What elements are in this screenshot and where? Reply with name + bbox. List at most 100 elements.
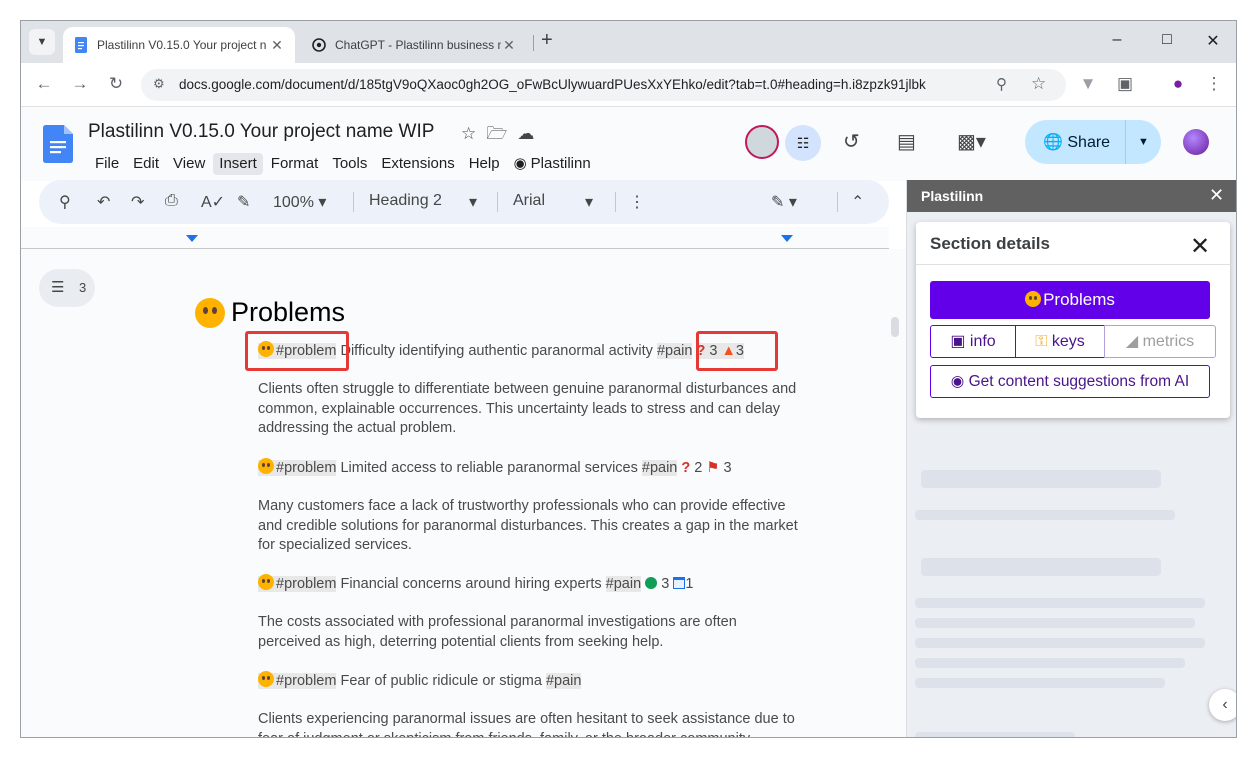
comment-icon[interactable]: ▤	[897, 129, 916, 154]
editing-mode-pencil-icon[interactable]: ✎ ▾	[771, 192, 797, 212]
outline-list-icon: ☰	[51, 279, 65, 296]
heading-text: Problems	[231, 297, 346, 327]
metrics-chip[interactable]: ? 2 ⚑ 3	[681, 460, 731, 476]
menu-file[interactable]: File	[89, 153, 125, 175]
metrics-chip[interactable]: 3 1	[645, 576, 693, 592]
hide-menus-chevron-icon[interactable]: ⌃	[851, 192, 864, 212]
problem-title: Difficulty identifying authentic paranor…	[336, 343, 657, 359]
browser-window: ▼ Plastilinn V0.15.0 Your project n ✕ Ch…	[20, 20, 1237, 738]
section-button-label: Problems	[1043, 290, 1115, 309]
collaborator-avatar[interactable]	[745, 125, 779, 159]
toolbar-divider	[615, 192, 616, 212]
scrollbar-thumb[interactable]	[891, 317, 899, 337]
print-icon[interactable]: ⎙	[165, 192, 178, 210]
ruler[interactable]	[21, 227, 889, 249]
search-menus-icon[interactable]: ⚲	[59, 192, 71, 212]
problem-tag[interactable]: #problem	[258, 458, 337, 476]
zoom-select[interactable]: 100% ▾	[273, 192, 326, 212]
problem-tag[interactable]: #problem	[258, 574, 337, 592]
back-arrow-icon[interactable]: ←	[33, 74, 55, 94]
problem-description[interactable]: The costs associated with professional p…	[258, 613, 798, 652]
pain-tag[interactable]: #pain	[545, 673, 582, 689]
menu-view[interactable]: View	[167, 153, 211, 175]
ai-suggestions-button[interactable]: ◉ Get content suggestions from AI	[930, 365, 1210, 398]
highlight-box-metrics	[696, 331, 778, 371]
tab-close-icon[interactable]: ✕	[269, 37, 285, 54]
account-avatar[interactable]	[1183, 129, 1209, 155]
problem-title: Fear of public ridicule or stigma	[336, 673, 546, 689]
pain-tag[interactable]: #pain	[641, 460, 678, 476]
document-title[interactable]: Plastilinn V0.15.0 Your project name WIP	[88, 121, 434, 143]
meet-camera-icon[interactable]: ▩▾	[957, 129, 986, 154]
tab-docs[interactable]: Plastilinn V0.15.0 Your project n ✕	[63, 27, 295, 63]
menu-bar: File Edit View Insert Format Tools Exten…	[89, 153, 601, 175]
tab-chatgpt[interactable]: ChatGPT - Plastilinn business m ✕	[301, 27, 527, 63]
menu-extensions[interactable]: Extensions	[375, 153, 460, 175]
extension-v-icon[interactable]: ▼	[1077, 74, 1099, 94]
menu-tools[interactable]: Tools	[326, 153, 373, 175]
menu-insert[interactable]: Insert	[213, 153, 263, 175]
browser-menu-icon[interactable]: ⋮	[1203, 74, 1225, 94]
spellcheck-icon[interactable]: A✓	[201, 192, 225, 212]
address-bar[interactable]: ⚙ docs.google.com/document/d/185tgV9oQXa…	[141, 69, 1066, 101]
new-tab-plus-icon[interactable]: +	[541, 29, 553, 52]
tab-info[interactable]: ▣ info	[930, 325, 1016, 358]
star-icon[interactable]: ☆	[461, 124, 486, 143]
reload-icon[interactable]: ↻	[105, 74, 127, 94]
zoom-icon[interactable]: ⚲	[996, 75, 1007, 93]
pain-tag[interactable]: #pain	[656, 343, 693, 359]
left-indent-marker[interactable]	[186, 235, 198, 242]
navigation-bar: ← → ↻ ⚙ docs.google.com/document/d/185tg…	[21, 63, 1236, 107]
share-dropdown-icon[interactable]: ▼	[1125, 120, 1161, 164]
metric-value: 2	[694, 460, 703, 476]
close-panel-icon[interactable]: ✕	[1209, 185, 1224, 206]
blurred-content	[915, 658, 1185, 668]
move-folder-icon[interactable]: 🗁	[486, 124, 517, 143]
menu-help[interactable]: Help	[463, 153, 506, 175]
minimize-icon[interactable]: –	[1107, 31, 1127, 49]
extensions-puzzle-icon[interactable]: ▣	[1114, 74, 1136, 94]
paint-format-icon[interactable]: ✎	[237, 192, 250, 212]
problem-line[interactable]: #problem Financial concerns around hirin…	[258, 574, 798, 595]
tab-metrics[interactable]: ◢ metrics	[1104, 325, 1216, 358]
tab-search-chevron-icon[interactable]: ▼	[29, 29, 55, 55]
problem-description[interactable]: Many customers face a lack of trustworth…	[258, 497, 798, 556]
comments-mode-icon[interactable]: ☷	[785, 125, 821, 161]
forward-arrow-icon[interactable]: →	[69, 74, 91, 94]
close-window-icon[interactable]: ✕	[1203, 31, 1223, 51]
section-button[interactable]: Problems	[930, 281, 1210, 319]
problem-description[interactable]: Clients often struggle to differentiate …	[258, 380, 798, 439]
google-docs-logo-icon[interactable]	[43, 125, 73, 163]
problem-line[interactable]: #problem Fear of public ridicule or stig…	[258, 671, 798, 692]
collapse-panel-chevron-icon[interactable]: ‹	[1209, 689, 1236, 721]
redo-icon[interactable]: ↷	[131, 192, 144, 212]
pain-tag[interactable]: #pain	[605, 576, 642, 592]
site-info-icon[interactable]: ⚙	[153, 76, 165, 92]
section-heading[interactable]: Problems	[195, 297, 345, 328]
problem-description[interactable]: Clients experiencing paranormal issues a…	[258, 710, 798, 737]
document-canvas[interactable]: ☰ 3 Problems #problem Difficulty identif…	[21, 249, 906, 737]
share-button[interactable]: 🌐 Share ▼	[1025, 120, 1161, 164]
plastilinn-extension-icon[interactable]: ●	[1167, 74, 1189, 94]
outline-toggle[interactable]: ☰ 3	[39, 269, 95, 307]
plastilinn-side-panel: Plastilinn ✕ Section details ✕ Problems …	[906, 180, 1236, 737]
problem-tag[interactable]: #problem	[258, 671, 337, 689]
tab-keys[interactable]: ⚿ keys	[1015, 325, 1105, 358]
maximize-icon[interactable]: □	[1157, 31, 1177, 49]
menu-format[interactable]: Format	[265, 153, 325, 175]
close-card-icon[interactable]: ✕	[1190, 232, 1210, 261]
menu-plastilinn[interactable]: ◉ Plastilinn	[508, 153, 599, 175]
id-badge-icon: ▣	[950, 333, 966, 350]
bookmark-star-icon[interactable]: ☆	[1031, 74, 1046, 94]
font-select[interactable]: Arial ▾	[513, 192, 593, 211]
more-options-icon[interactable]: ⋮	[629, 192, 645, 212]
right-indent-marker[interactable]	[781, 235, 793, 242]
cloud-status-icon[interactable]: ☁	[517, 124, 544, 143]
menu-edit[interactable]: Edit	[127, 153, 165, 175]
tab-strip: ▼ Plastilinn V0.15.0 Your project n ✕ Ch…	[21, 21, 1236, 63]
undo-icon[interactable]: ↶	[97, 192, 110, 212]
problem-line[interactable]: #problem Limited access to reliable para…	[258, 458, 798, 479]
paragraph-style-select[interactable]: Heading 2 ▾	[369, 192, 477, 211]
version-history-icon[interactable]: ↺	[843, 129, 860, 154]
tab-close-icon[interactable]: ✕	[501, 37, 517, 54]
